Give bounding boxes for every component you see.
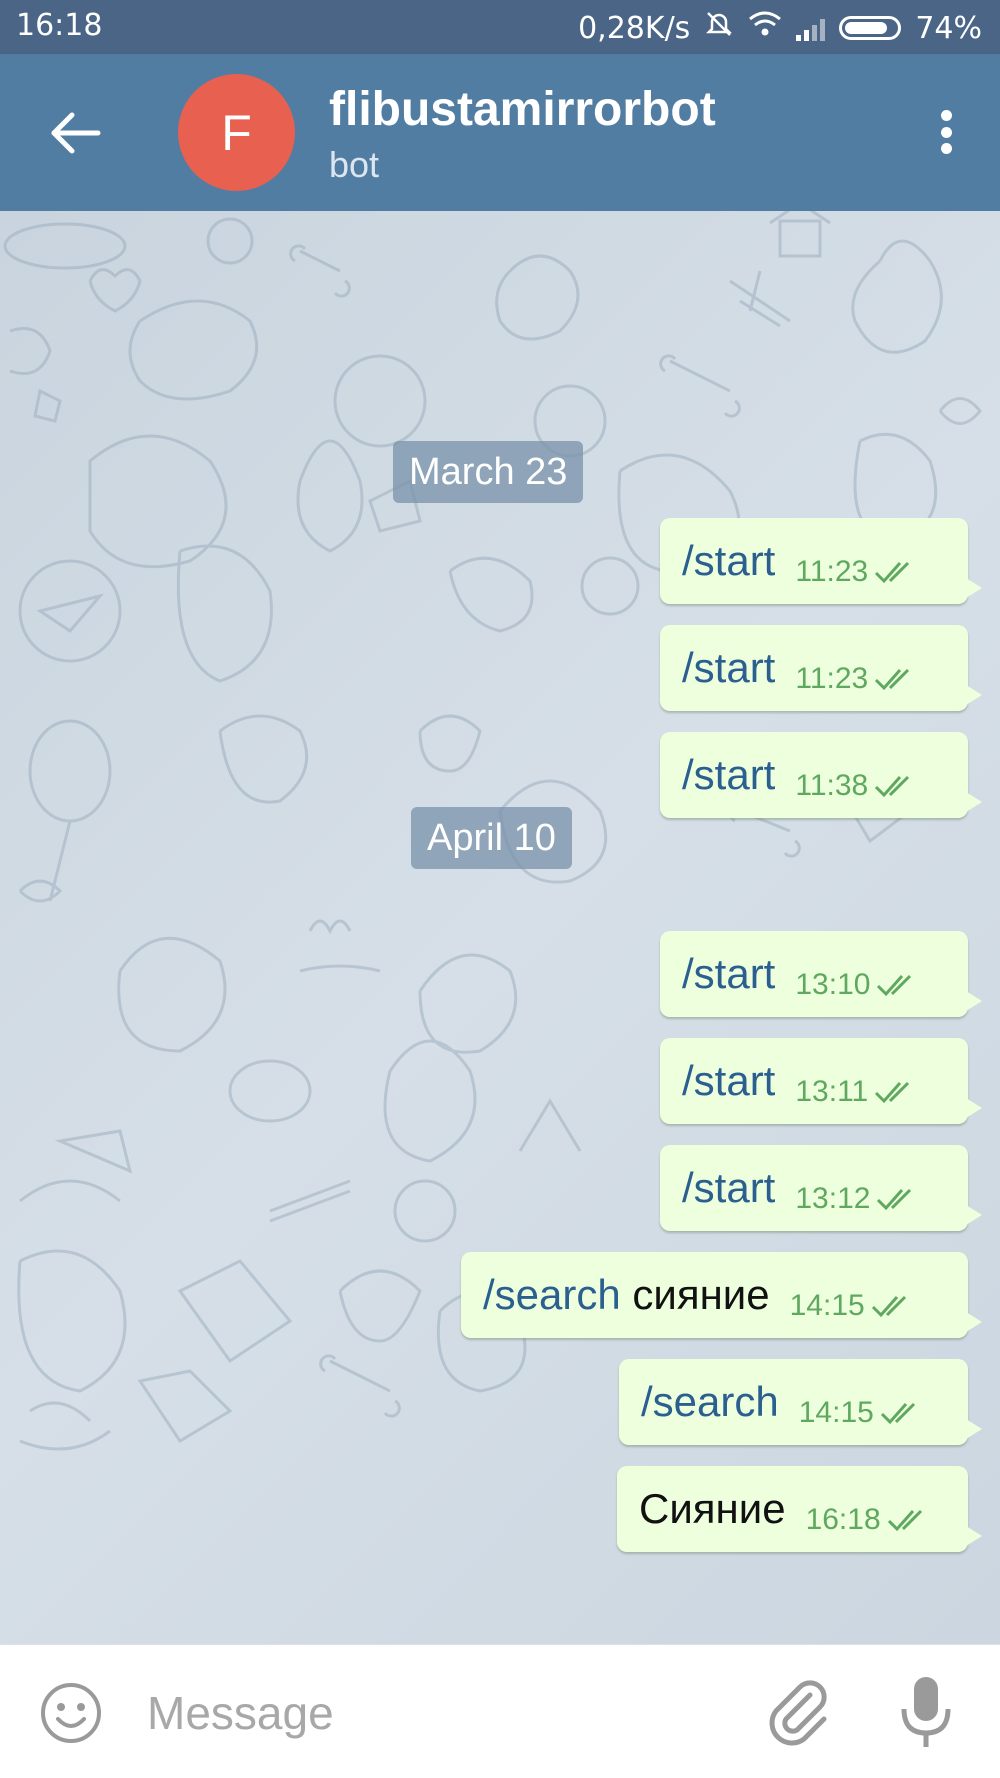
message-time: 11:23 [795,662,869,695]
date-separator: April 10 [411,807,572,869]
wifi-icon [748,10,782,46]
message-time: 11:23 [795,555,869,588]
bot-command-link[interactable]: /start [682,950,775,997]
double-check-icon [871,1293,915,1319]
more-menu-button[interactable] [928,104,964,160]
chat-title[interactable]: flibustamirrorbot [329,82,716,137]
message-time: 13:12 [795,1182,871,1215]
message-time: 11:38 [795,769,869,802]
microphone-button[interactable] [895,1673,957,1753]
arrow-left-icon [51,112,101,154]
double-check-icon [876,972,920,998]
emoji-button[interactable] [38,1680,104,1746]
double-check-icon [874,773,918,799]
message-bubble[interactable]: /start 11:23 [660,625,982,711]
bot-command-link[interactable]: /start [682,537,775,584]
double-check-icon [874,559,918,585]
paperclip-icon [769,1680,827,1746]
message-time: 14:15 [798,1396,874,1429]
date-separator: March 23 [393,441,584,503]
bot-command-link[interactable]: /start [682,1057,775,1104]
chat-toolbar: F flibustamirrorbot bot [0,54,1000,211]
compose-bar [0,1644,1000,1778]
bot-command-link[interactable]: /search [483,1271,621,1318]
message-text: сияние [632,1271,770,1318]
bot-command-link[interactable]: /start [682,751,775,798]
message-bubble[interactable]: /search сияние 14:15 [461,1252,982,1338]
status-bar: 16:18 0,28K/s 74% [0,0,1000,54]
message-time: 16:18 [805,1503,881,1536]
message-input[interactable] [145,1675,749,1751]
message-text: Сияние [639,1485,786,1532]
message-bubble[interactable]: /start 11:23 [660,518,982,604]
avatar-letter: F [221,104,252,161]
attach-button[interactable] [760,1673,836,1749]
double-check-icon [876,1186,920,1212]
avatar[interactable]: F [178,74,295,191]
battery-level: 74% [915,10,982,46]
smiley-icon [41,1683,101,1743]
bot-command-link[interactable]: /search [641,1378,779,1425]
message-bubble[interactable]: /start 13:12 [660,1145,982,1231]
double-check-icon [887,1507,931,1533]
message-bubble[interactable]: /start 13:11 [660,1038,982,1124]
chat-subtitle: bot [329,144,380,185]
bot-command-link[interactable]: /start [682,1164,775,1211]
status-time: 16:18 [16,8,103,43]
message-bubble[interactable]: /start 11:38 [660,732,982,818]
status-right: 0,28K/s 74% [578,8,982,48]
double-check-icon [874,666,918,692]
net-speed: 0,28K/s [578,10,691,46]
microphone-icon [901,1677,951,1747]
message-time: 13:11 [795,1075,869,1108]
message-bubble[interactable]: /start 13:10 [660,931,982,1017]
back-button[interactable] [40,98,110,168]
double-check-icon [874,1079,918,1105]
message-time: 14:15 [789,1289,865,1322]
message-list[interactable]: March 23 April 10 /start 11:23 /start 11… [0,211,1000,1644]
message-time: 13:10 [795,968,871,1001]
signal-icon [796,15,826,41]
battery-icon [839,16,902,40]
message-bubble[interactable]: /search 14:15 [619,1359,982,1445]
message-bubble[interactable]: Сияние 16:18 [617,1466,982,1552]
double-check-icon [880,1400,924,1426]
mute-icon [704,9,734,47]
more-vert-icon [940,110,952,121]
bot-command-link[interactable]: /start [682,644,775,691]
